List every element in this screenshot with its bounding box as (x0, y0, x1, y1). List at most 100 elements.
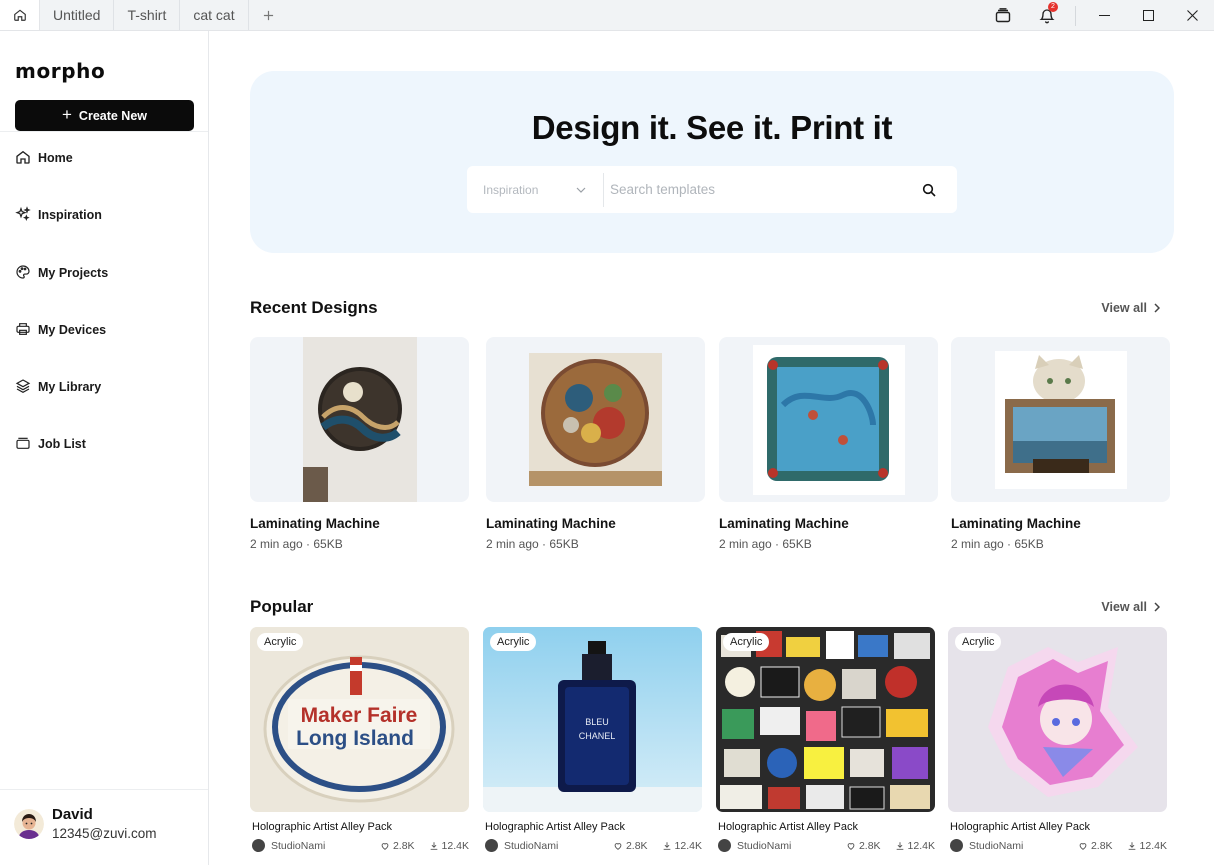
template-meta: StudioNami 2.8K 12.4K (716, 839, 935, 852)
likes-count: 2.8K (1090, 839, 1113, 852)
recent-view-all-link[interactable]: View all (1101, 301, 1170, 315)
thumbnail-image: BLEU CHANEL (483, 627, 702, 812)
sidebar-item-label: Home (38, 151, 73, 165)
popular-card[interactable]: Acrylic Holographic Artist Alley Pack St… (716, 627, 935, 852)
downloads-count: 12.4K (1139, 839, 1167, 852)
design-name: Laminating Machine (951, 516, 1081, 531)
chevron-down-icon (576, 187, 586, 193)
create-new-button[interactable]: + Create New (15, 100, 194, 131)
tray-icon (16, 438, 30, 450)
thumbnail-text: BLEU (585, 717, 609, 727)
author-name: StudioNami (504, 839, 559, 852)
sidebar-item-label: My Library (38, 380, 102, 395)
template-name: Holographic Artist Alley Pack (718, 821, 859, 833)
template-stats: 2.8K 12.4K (846, 840, 935, 852)
recent-design-card[interactable]: Laminating Machine 2 min ago · 65KB (951, 337, 1170, 551)
close-button[interactable] (1170, 0, 1214, 31)
design-thumbnail (719, 337, 938, 502)
template-name: Holographic Artist Alley Pack (485, 821, 626, 833)
thumbnail-image (529, 353, 662, 486)
author-name: StudioNami (271, 839, 326, 852)
search-bar: Inspiration (467, 166, 957, 213)
home-tab[interactable] (0, 0, 40, 30)
design-name: Laminating Machine (719, 516, 849, 531)
thumbnail-image (716, 627, 935, 812)
chevron-right-icon (1154, 602, 1160, 612)
material-tag: Acrylic (257, 633, 304, 651)
notification-badge: 2 (1048, 2, 1058, 12)
template-stats: 2.8K 12.4K (613, 840, 702, 852)
recent-design-card[interactable]: Laminating Machine 2 min ago · 65KB (719, 337, 938, 551)
thumbnail-text: Long Island (296, 727, 414, 750)
downloads-count: 12.4K (907, 839, 935, 852)
sidebar: morpho + Create New Home Inspiration My … (0, 31, 209, 865)
maximize-button[interactable] (1126, 0, 1170, 31)
recent-design-card[interactable]: Laminating Machine 2 min ago · 65KB (486, 337, 705, 551)
template-name: Holographic Artist Alley Pack (252, 821, 393, 833)
author-avatar (252, 839, 265, 852)
logo: morpho (15, 59, 106, 83)
search-button[interactable] (901, 182, 957, 198)
plus-icon (264, 10, 274, 20)
design-name: Laminating Machine (486, 516, 616, 531)
design-meta: 2 min ago · 65KB (951, 537, 1044, 551)
layers-icon (15, 379, 31, 394)
sidebar-item-my-devices[interactable]: My Devices (0, 321, 208, 378)
section-title: Recent Designs (250, 298, 378, 317)
design-thumbnail (250, 337, 469, 502)
popular-view-all-link[interactable]: View all (1101, 600, 1170, 614)
category-select-value: Inspiration (483, 182, 539, 197)
home-icon (13, 9, 26, 21)
sidebar-item-label: My Projects (38, 265, 109, 280)
tab-t-shirt[interactable]: T-shirt (114, 0, 181, 30)
popular-header: Popular View all (250, 597, 1170, 617)
search-input[interactable] (604, 169, 901, 210)
create-new-label: Create New (78, 108, 148, 123)
tab-untitled[interactable]: Untitled (40, 0, 115, 30)
category-select[interactable]: Inspiration (467, 166, 603, 213)
likes-count: 2.8K (858, 839, 881, 852)
sidebar-item-home[interactable]: Home (0, 149, 208, 206)
new-tab-button[interactable] (249, 0, 289, 30)
template-thumbnail: Acrylic (948, 627, 1167, 812)
hero-title: Design it. See it. Print it (531, 109, 893, 146)
sidebar-item-my-library[interactable]: My Library (0, 378, 208, 435)
minimize-button[interactable] (1082, 0, 1126, 31)
popular-card[interactable]: Maker Faire Long Island Acrylic Holograp… (250, 627, 469, 852)
template-stats: 2.8K 12.4K (1078, 840, 1167, 852)
view-all-label: View all (1101, 600, 1147, 614)
thumbnail-text: CHANEL (579, 731, 616, 741)
template-meta: StudioNami 2.8K 12.4K (250, 839, 469, 852)
avatar (14, 808, 44, 839)
download-icon (430, 841, 437, 850)
author-name: StudioNami (737, 839, 792, 852)
section-title: Popular (250, 597, 314, 616)
author-avatar (950, 839, 963, 852)
tab-label: cat cat (193, 7, 235, 23)
notifications-button[interactable]: 2 (1025, 0, 1069, 31)
popular-card[interactable]: Acrylic Holographic Artist Alley Pack St… (948, 627, 1167, 852)
user-email: 12345@zuvi.com (52, 826, 157, 841)
home-icon (16, 150, 30, 164)
hero-banner: Design it. See it. Print it Inspiration (250, 71, 1174, 253)
minimize-icon (1098, 15, 1110, 16)
template-meta: StudioNami 2.8K 12.4K (483, 839, 702, 852)
design-meta: 2 min ago · 65KB (250, 537, 343, 551)
windows-button[interactable] (981, 0, 1025, 31)
user-profile[interactable]: David 12345@zuvi.com (14, 806, 157, 841)
sidebar-item-job-list[interactable]: Job List (0, 435, 208, 492)
divider (0, 789, 208, 790)
view-all-label: View all (1101, 301, 1147, 315)
likes-count: 2.8K (392, 839, 415, 852)
tab-cat-cat[interactable]: cat cat (180, 0, 249, 30)
sidebar-item-label: My Devices (38, 322, 107, 337)
sidebar-item-inspiration[interactable]: Inspiration (0, 206, 208, 263)
sidebar-item-my-projects[interactable]: My Projects (0, 264, 208, 321)
heart-icon (1079, 842, 1087, 850)
download-icon (896, 841, 903, 850)
sparkles-icon (15, 206, 31, 222)
recent-design-card[interactable]: Laminating Machine 2 min ago · 65KB (250, 337, 469, 551)
popular-card[interactable]: BLEU CHANEL Acrylic Holographic Artist A… (483, 627, 702, 852)
user-info: David 12345@zuvi.com (52, 806, 157, 841)
sidebar-item-label: Job List (38, 437, 86, 452)
